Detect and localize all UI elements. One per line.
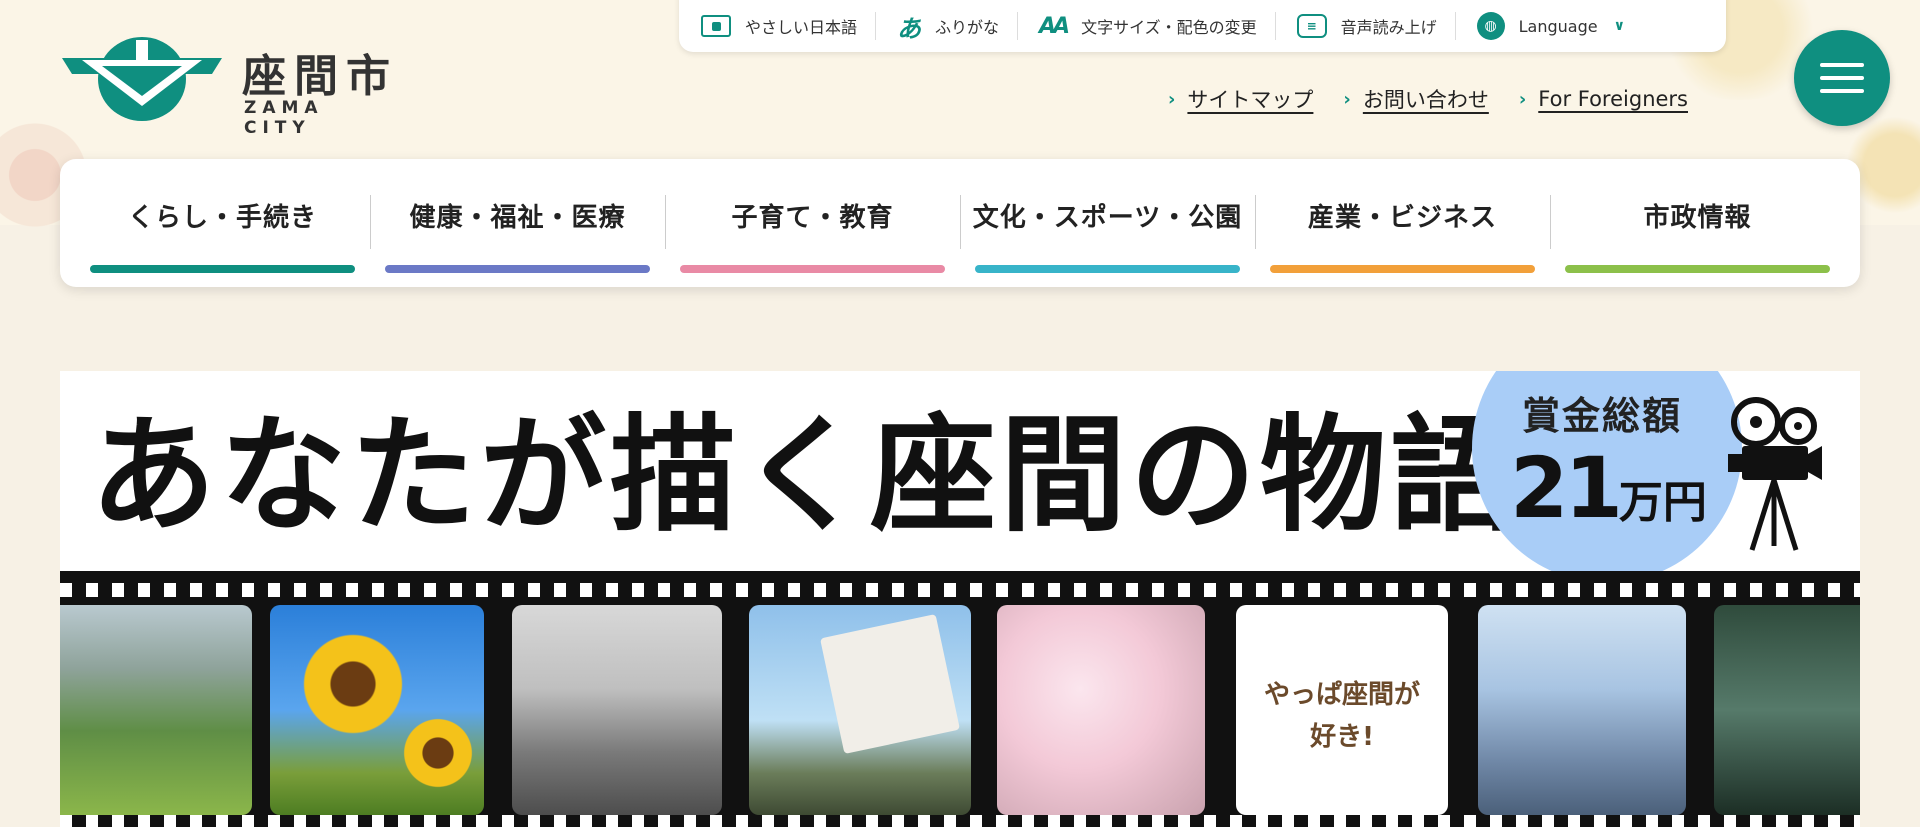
logo-name: 座間市 <box>242 51 398 102</box>
voice-reading-icon: ≡ <box>1296 14 1327 38</box>
language-label: Language <box>1518 16 1598 36</box>
hamburger-icon <box>1820 63 1864 67</box>
photo-cherry-blossoms <box>997 605 1205 815</box>
nav-label: 市政情報 <box>1643 202 1752 233</box>
photo-sunflowers <box>270 605 484 815</box>
prize-amount-value: 21 <box>1510 439 1623 537</box>
photo-aerial-farmland <box>60 605 252 815</box>
contact-link-label: お問い合わせ <box>1362 88 1489 112</box>
menu-button[interactable] <box>1794 30 1890 126</box>
nav-label: 子育て・教育 <box>731 202 894 233</box>
easy-japanese-label: やさしい日本語 <box>745 18 858 37</box>
movie-camera-icon <box>1728 397 1822 551</box>
font-size-color-label: 文字サイズ・配色の変更 <box>1081 18 1257 37</box>
slogan-text: やっぱ座間が好き! <box>1263 680 1420 752</box>
nav-underline <box>385 265 650 273</box>
hero-banner[interactable]: あなたが描く座間の物語 賞金総額 21万円 やっぱ座間が好き! <box>60 371 1860 827</box>
global-navigation: くらし・手続き 健康・福祉・医療 子育て・教育 文化・スポーツ・公園 産業・ビジ… <box>60 159 1860 287</box>
chevron-right-icon: › <box>1518 88 1527 110</box>
for-foreigners-link-label: For Foreigners <box>1538 87 1688 111</box>
nav-item-business[interactable]: 産業・ビジネス <box>1255 159 1550 287</box>
furigana-icon: あ <box>897 14 922 43</box>
photo-street-monochrome <box>512 605 722 815</box>
contact-link[interactable]: › お問い合わせ <box>1343 84 1488 114</box>
hamburger-icon <box>1820 89 1864 93</box>
nav-item-city-info[interactable]: 市政情報 <box>1550 159 1845 287</box>
voice-reading-label: 音声読み上げ <box>1340 18 1437 37</box>
logo-name-en: ZAMA CITY <box>244 98 324 138</box>
sunflower <box>298 629 408 739</box>
nav-label: 健康・福祉・医療 <box>409 202 626 233</box>
nav-label: 文化・スポーツ・公園 <box>972 202 1243 233</box>
sunflower <box>400 715 476 791</box>
banner-title: あなたが描く座間の物語 <box>90 402 1520 549</box>
font-size-color-button[interactable]: AA 文字サイズ・配色の変更 <box>1017 0 1275 52</box>
nav-item-health[interactable]: 健康・福祉・医療 <box>370 159 665 287</box>
chevron-down-icon: ∨ <box>1613 18 1625 34</box>
furigana-label: ふりがな <box>935 18 1000 37</box>
film-sprockets <box>60 815 1860 827</box>
nav-underline <box>1565 265 1830 273</box>
easy-japanese-button[interactable]: やさしい日本語 <box>679 0 875 52</box>
nav-underline <box>90 265 355 273</box>
language-select[interactable]: ◍ Language ∨ <box>1454 0 1643 52</box>
sitemap-link-label: サイトマップ <box>1187 88 1314 112</box>
utility-bar: やさしい日本語 あ ふりがな AA 文字サイズ・配色の変更 ≡ 音声読み上げ ◍… <box>679 0 1726 52</box>
chevron-right-icon: › <box>1343 88 1351 110</box>
prize-unit: 万円 <box>1618 477 1707 528</box>
film-strip: やっぱ座間が好き! <box>60 571 1860 827</box>
nav-item-culture[interactable]: 文化・スポーツ・公園 <box>960 159 1255 287</box>
film-sprockets <box>60 583 1860 597</box>
sitemap-link[interactable]: › サイトマップ <box>1168 84 1313 114</box>
easy-japanese-icon <box>701 15 731 37</box>
site-logo[interactable]: 座間市 ZAMA CITY <box>62 36 402 138</box>
header-links: › サイトマップ › お問い合わせ › For Foreigners <box>1168 84 1688 114</box>
nav-underline <box>1270 265 1535 273</box>
globe-icon: ◍ <box>1476 12 1505 40</box>
zama-slogan-logo: やっぱ座間が好き! <box>1236 605 1448 815</box>
photo-river-water <box>1714 605 1860 815</box>
nav-item-living[interactable]: くらし・手続き <box>75 159 370 287</box>
nav-underline <box>680 265 945 273</box>
nav-item-childcare[interactable]: 子育て・教育 <box>665 159 960 287</box>
nav-label: くらし・手続き <box>127 202 317 233</box>
for-foreigners-link[interactable]: › For Foreigners <box>1519 84 1688 114</box>
prize-label: 賞金総額 <box>1522 394 1683 438</box>
nav-label: 産業・ビジネス <box>1307 202 1497 233</box>
nav-underline <box>975 265 1240 273</box>
hamburger-icon <box>1820 76 1864 80</box>
prize-amount: 21万円 <box>1510 439 1707 537</box>
photo-shopping-street <box>1478 605 1686 815</box>
zama-city-emblem-icon <box>62 37 222 121</box>
furigana-button[interactable]: あ ふりがな <box>875 0 1017 52</box>
voice-reading-button[interactable]: ≡ 音声読み上げ <box>1274 0 1455 52</box>
kite-shape <box>820 614 960 754</box>
photo-giant-kite <box>749 605 971 815</box>
chevron-right-icon: › <box>1168 88 1176 110</box>
font-size-color-icon: AA <box>1039 13 1070 39</box>
